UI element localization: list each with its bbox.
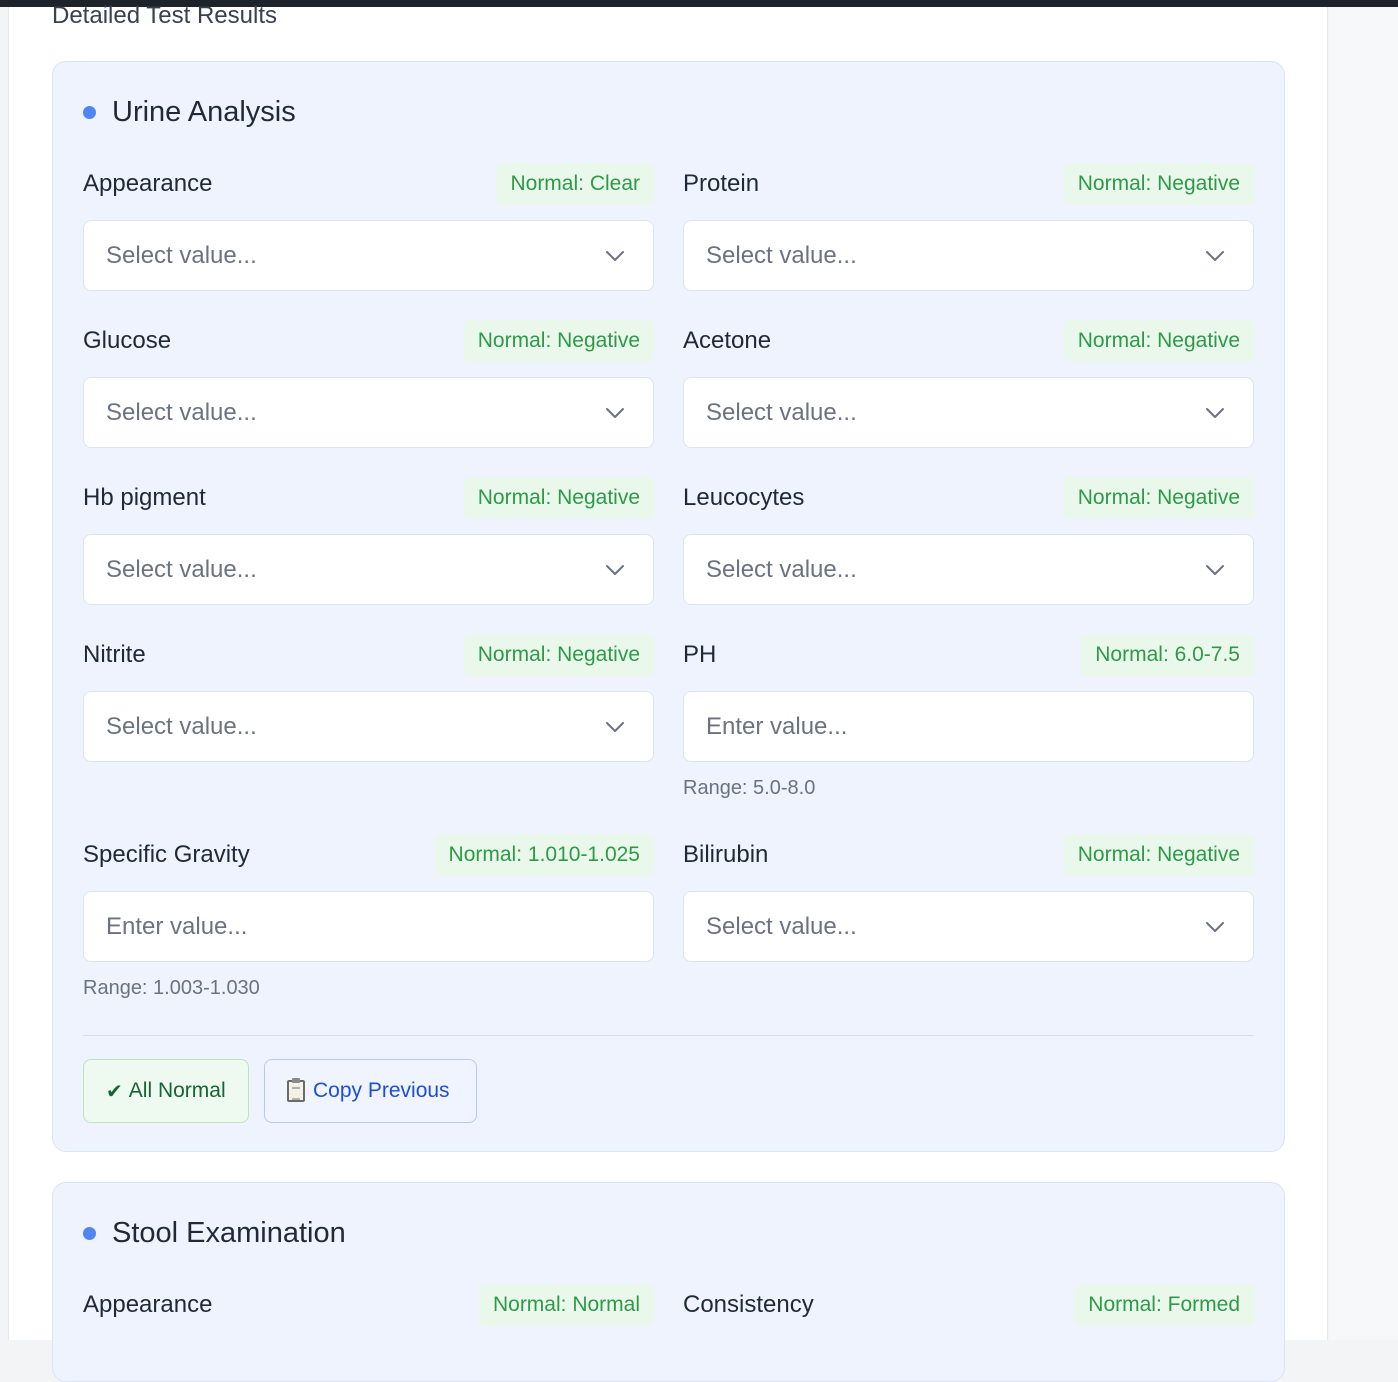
field-label: Bilirubin [683,841,769,868]
urine-analysis-section: Urine Analysis Appearance Normal: Clear … [52,61,1285,1152]
glucose-select[interactable]: Select value... [83,377,654,448]
field-label: Appearance [83,1291,213,1318]
bilirubin-select[interactable]: Select value... [683,891,1254,962]
normal-badge: Normal: 6.0-7.5 [1081,634,1254,676]
clipboard-icon [287,1078,305,1102]
copy-previous-button[interactable]: Copy Previous [264,1059,477,1123]
select-placeholder: Select value... [706,555,857,583]
select-placeholder: Select value... [706,398,857,426]
section-title: Stool Examination [112,1217,346,1249]
normal-badge: Normal: Clear [496,163,654,205]
section-dot-icon [83,105,96,119]
section-divider [83,1035,1254,1036]
field-label: Nitrite [83,641,146,668]
nitrite-select[interactable]: Select value... [83,691,654,762]
normal-badge: Normal: 1.010-1.025 [434,834,654,876]
field-label: PH [683,641,717,668]
select-placeholder: Select value... [706,912,857,940]
normal-badge: Normal: Negative [1063,477,1254,519]
section-title: Urine Analysis [112,96,296,128]
normal-badge: Normal: Formed [1074,1284,1254,1326]
normal-badge: Normal: Negative [1063,163,1254,205]
hb-pigment-select[interactable]: Select value... [83,534,654,605]
select-placeholder: Select value... [106,712,257,740]
input-placeholder: Enter value... [106,912,248,940]
chevron-down-icon [606,250,624,261]
protein-select[interactable]: Select value... [683,220,1254,291]
chevron-down-icon [606,407,624,418]
select-placeholder: Select value... [106,398,257,426]
field-label: Protein [683,170,760,197]
input-placeholder: Enter value... [706,712,848,740]
all-normal-label: All Normal [128,1079,226,1102]
chevron-down-icon [1206,921,1224,932]
normal-badge: Normal: Normal [478,1284,654,1326]
chevron-down-icon [606,721,624,732]
field-label: Consistency [683,1291,814,1318]
appearance-select[interactable]: Select value... [83,220,654,291]
normal-badge: Normal: Negative [463,477,654,519]
select-placeholder: Select value... [706,241,857,269]
checkmark-icon: ✔ [106,1080,123,1103]
chevron-down-icon [1206,407,1224,418]
all-normal-button[interactable]: ✔ All Normal [83,1059,249,1123]
copy-previous-label: Copy Previous [313,1079,450,1102]
field-label: Appearance [83,170,213,197]
stool-examination-section: Stool Examination Appearance Normal: Nor… [52,1182,1285,1382]
specific-gravity-input[interactable]: Enter value... [83,891,654,962]
chevron-down-icon [1206,250,1224,261]
ph-input[interactable]: Enter value... [683,691,1254,762]
select-placeholder: Select value... [106,241,257,269]
field-label: Glucose [83,327,172,354]
select-placeholder: Select value... [106,555,257,583]
normal-badge: Normal: Negative [463,320,654,362]
page-title: Detailed Test Results [52,2,277,29]
section-dot-icon [83,1226,96,1240]
normal-badge: Normal: Negative [1063,320,1254,362]
field-label: Hb pigment [83,484,206,511]
normal-badge: Normal: Negative [463,634,654,676]
field-label: Leucocytes [683,484,805,511]
chevron-down-icon [1206,564,1224,575]
acetone-select[interactable]: Select value... [683,377,1254,448]
chevron-down-icon [606,564,624,575]
leucocytes-select[interactable]: Select value... [683,534,1254,605]
range-hint: Range: 5.0-8.0 [683,777,816,799]
section-header: Stool Examination [83,1215,346,1251]
range-hint: Range: 1.003-1.030 [83,977,260,999]
section-header: Urine Analysis [83,94,296,130]
content-layer: Detailed Test Results Urine Analysis App… [0,0,1398,1382]
field-label: Specific Gravity [83,841,250,868]
normal-badge: Normal: Negative [1063,834,1254,876]
field-label: Acetone [683,327,772,354]
